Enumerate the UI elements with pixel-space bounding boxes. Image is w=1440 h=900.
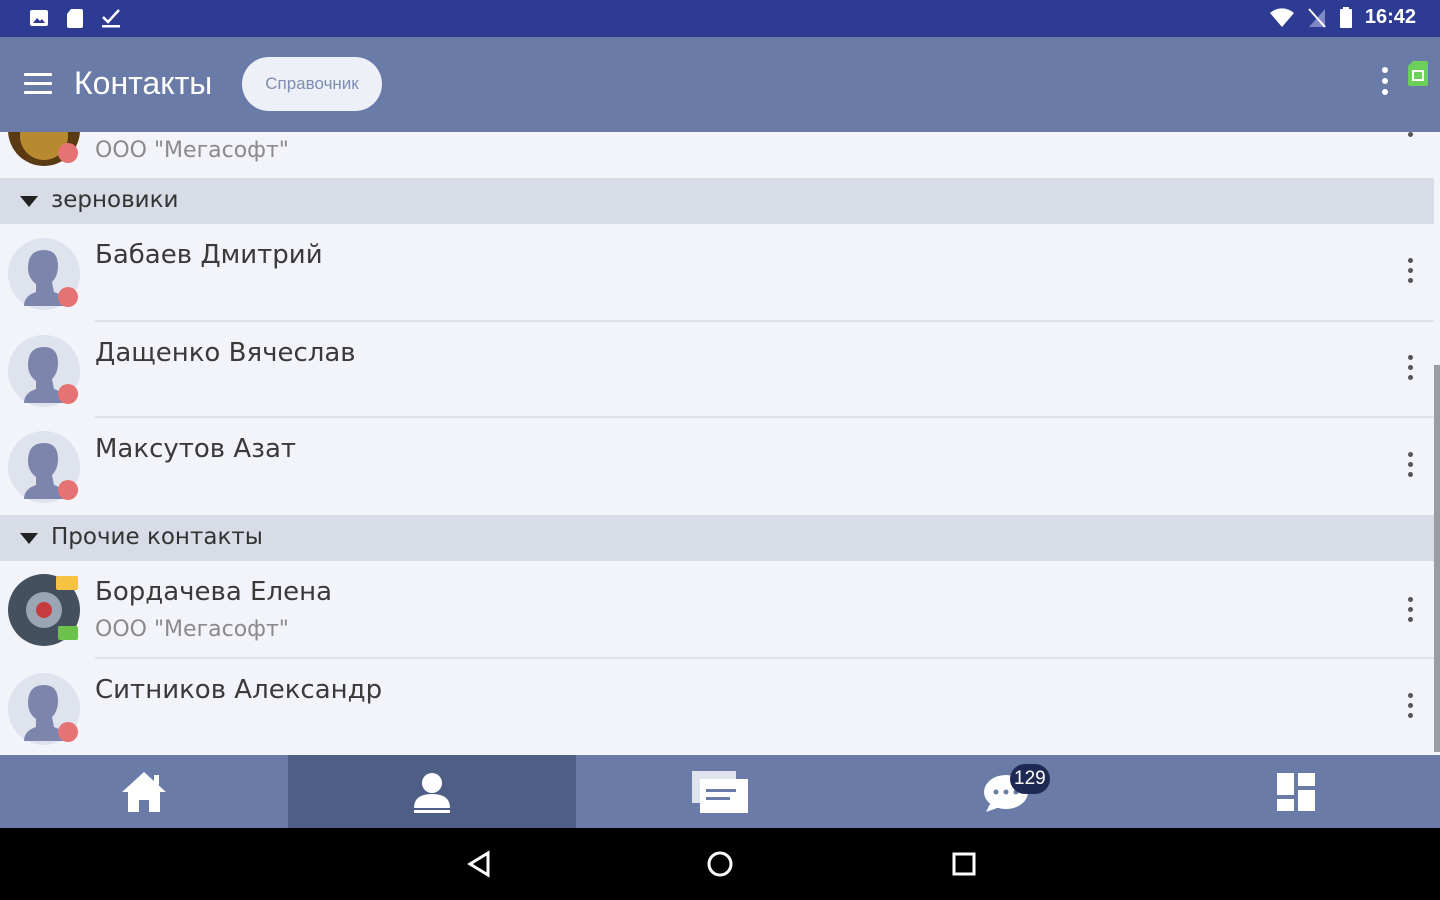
avatar [8,335,80,407]
contact-list: ООО "Мегасофт" зерновики Бабаев Дмитрий … [0,132,1440,755]
list-item[interactable]: Ситников Александр [0,659,1434,755]
contact-org: ООО "Мегасофт" [95,617,289,642]
avatar [8,431,80,503]
group-header[interactable]: Прочие контакты [0,515,1434,561]
app-bar: Контакты Справочник [0,37,1440,132]
directory-chip[interactable]: Справочник [242,57,382,111]
back-icon[interactable] [466,850,492,878]
more-vert-icon[interactable] [1403,452,1417,484]
battery-icon [1339,6,1352,28]
home-icon [122,771,166,812]
nav-chat[interactable] [864,755,1152,828]
nav-contacts[interactable] [288,755,576,828]
list-item[interactable]: Бабаев Дмитрий [0,224,1434,322]
status-bar: 16:42 [0,0,1440,37]
page-title: Контакты [74,65,213,101]
status-bar-system: 16:42 [1269,6,1416,29]
contact-name: Бабаев Дмитрий [95,240,323,270]
status-bar-notifications [28,7,122,29]
more-vert-icon[interactable] [1403,355,1417,387]
group-label: Прочие контакты [51,524,263,550]
more-vert-icon[interactable] [1403,597,1417,629]
system-nav-bar [0,828,1440,900]
avatar [8,574,80,646]
menu-icon[interactable] [24,73,52,95]
more-vert-icon[interactable] [1403,258,1417,290]
sim-card-icon[interactable] [1407,59,1429,87]
avatar [8,238,80,310]
collapse-triangle-icon [20,533,38,544]
scrollbar[interactable] [1434,365,1440,752]
wifi-icon [1269,7,1294,27]
nav-home[interactable] [0,755,288,828]
group-header[interactable]: зерновики [0,178,1434,224]
no-signal-icon [1308,7,1326,28]
feed-icon [692,770,748,813]
clock: 16:42 [1364,6,1416,28]
apps-icon [1277,772,1315,811]
list-item[interactable]: Максутов Азат [0,418,1434,515]
chat-badge: 129 [1010,764,1050,794]
contacts-icon [414,772,450,813]
bottom-nav [0,755,1440,828]
list-item[interactable]: Дащенко Вячеслав [0,322,1434,418]
nav-apps[interactable] [1152,755,1440,828]
more-vert-icon[interactable] [1377,67,1393,101]
home-circle-icon[interactable] [706,850,734,878]
recents-icon[interactable] [951,850,977,878]
contact-org: ООО "Мегасофт" [95,138,289,163]
avatar [8,132,80,166]
more-vert-icon[interactable] [1403,693,1417,725]
contact-name: Ситников Александр [95,675,383,705]
contact-name: Дащенко Вячеслав [95,338,356,368]
image-icon [30,10,48,26]
contact-name: Бордачева Елена [95,577,333,607]
list-item[interactable]: Бордачева Елена ООО "Мегасофт" [0,561,1434,659]
list-item[interactable]: ООО "Мегасофт" [0,132,1434,178]
collapse-triangle-icon [20,196,38,207]
check-download-icon [102,9,120,28]
group-label: зерновики [51,187,179,213]
avatar [8,673,80,745]
contact-name: Максутов Азат [95,434,297,464]
more-vert-icon[interactable] [1403,132,1417,144]
sd-card-icon [67,9,83,28]
nav-feed[interactable] [576,755,864,828]
